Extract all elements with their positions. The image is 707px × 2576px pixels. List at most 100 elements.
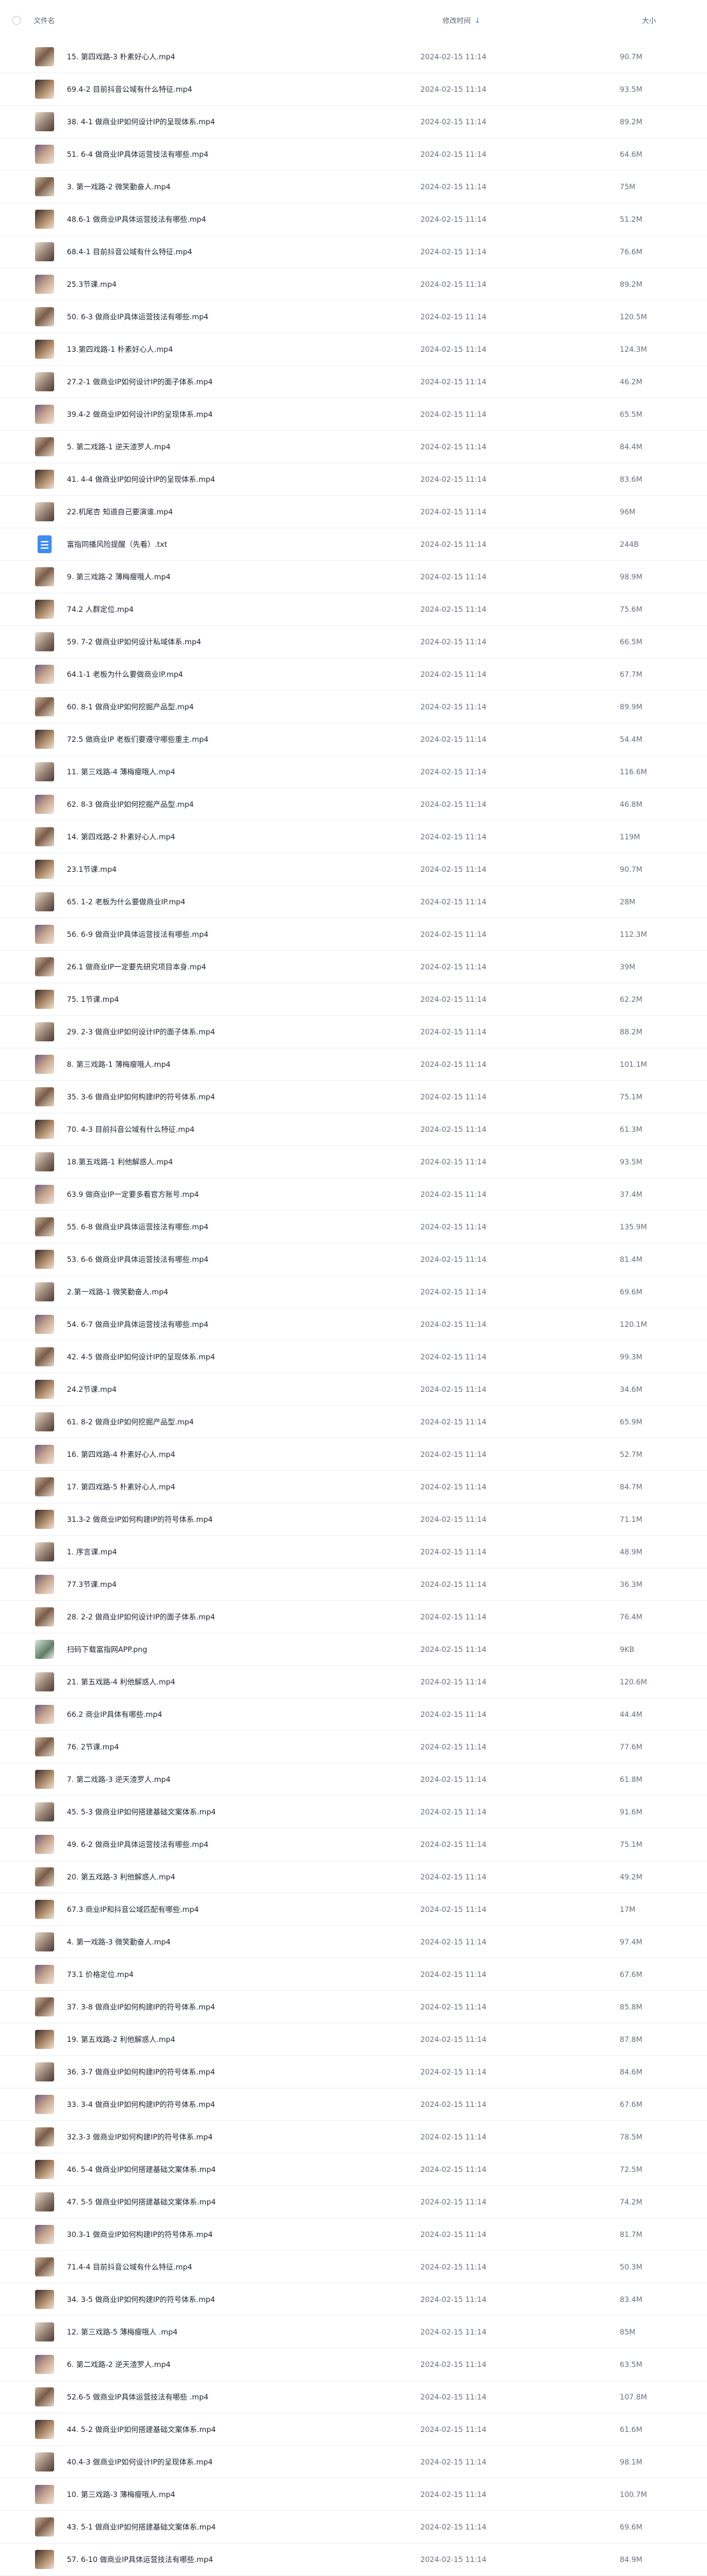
file-row[interactable]: 22.机尾杏 知道自己要演谁.mp4 2024-02-15 11:14 96M xyxy=(0,496,707,528)
file-row[interactable]: 18.第五戏路-1 利他解惑人.mp4 2024-02-15 11:14 93.5M xyxy=(0,1146,707,1178)
file-name[interactable]: 扫码下载富指网APP.png xyxy=(67,1644,420,1654)
file-row[interactable]: 2.第一戏路-1 微笑勤奋人.mp4 2024-02-15 11:14 69.6M xyxy=(0,1276,707,1308)
file-name[interactable]: 70. 4-3 目前抖音公域有什么特征.mp4 xyxy=(67,1124,420,1134)
file-row[interactable]: 16. 第四戏路-4 朴素好心人.mp4 2024-02-15 11:14 52.7… xyxy=(0,1438,707,1471)
file-name[interactable]: 73.1 价格定位.mp4 xyxy=(67,1969,420,1979)
file-name[interactable]: 6. 第二戏路-2 逆天渣罗人.mp4 xyxy=(67,2359,420,2370)
file-name[interactable]: 69.4-2 目前抖音公域有什么特征.mp4 xyxy=(67,84,420,94)
file-name[interactable]: 22.机尾杏 知道自己要演谁.mp4 xyxy=(67,507,420,517)
file-name[interactable]: 14. 第四戏路-2 朴素好心人.mp4 xyxy=(67,832,420,842)
file-name[interactable]: 19. 第五戏路-2 利他解惑人.mp4 xyxy=(67,2034,420,2044)
file-row[interactable]: 扫码下载富指网APP.png 2024-02-15 11:14 9KB xyxy=(0,1633,707,1666)
file-name[interactable]: 18.第五戏路-1 利他解惑人.mp4 xyxy=(67,1157,420,1167)
file-name[interactable]: 64.1-1 老板为什么要做商业IP.mp4 xyxy=(67,669,420,679)
file-name[interactable]: 76. 2节课.mp4 xyxy=(67,1742,420,1752)
file-name[interactable]: 48.6-1 做商业IP具体运营技法有哪些.mp4 xyxy=(67,214,420,224)
file-name[interactable]: 62. 8-3 做商业IP如何挖掘产品型.mp4 xyxy=(67,799,420,809)
file-name[interactable]: 1. 序言课.mp4 xyxy=(67,1547,420,1557)
file-name[interactable]: 4. 第一戏路-3 微笑勤奋人.mp4 xyxy=(67,1937,420,1947)
file-row[interactable]: 1. 序言课.mp4 2024-02-15 11:14 48.9M xyxy=(0,1536,707,1568)
file-row[interactable]: 62. 8-3 做商业IP如何挖掘产品型.mp4 2024-02-15 11:14… xyxy=(0,788,707,821)
file-name[interactable]: 10. 第三戏路-3 薄梅瘦哦人.mp4 xyxy=(67,2489,420,2500)
file-name[interactable]: 7. 第二戏路-3 逆天渣罗人.mp4 xyxy=(67,1774,420,1784)
file-row[interactable]: 53. 6-6 做商业IP具体运营技法有哪些.mp4 2024-02-15 11:… xyxy=(0,1243,707,1276)
file-name[interactable]: 29. 2-3 做商业IP如何设计IP的面子体系.mp4 xyxy=(67,1027,420,1037)
file-row[interactable]: 61. 8-2 做商业IP如何挖掘产品型.mp4 2024-02-15 11:14… xyxy=(0,1406,707,1438)
file-name[interactable]: 30.3-1 做商业IP如何构建IP的符号体系.mp4 xyxy=(67,2229,420,2240)
file-name[interactable]: 21. 第五戏路-4 利他解惑人.mp4 xyxy=(67,1677,420,1687)
file-row[interactable]: 70. 4-3 目前抖音公域有什么特征.mp4 2024-02-15 11:14 6… xyxy=(0,1113,707,1146)
file-row[interactable]: 34. 3-5 做商业IP如何构建IP的符号体系.mp4 2024-02-15 1… xyxy=(0,2283,707,2316)
file-name[interactable]: 51. 6-4 做商业IP具体运营技法有哪些.mp4 xyxy=(67,149,420,159)
column-header-name[interactable]: 文件名 xyxy=(34,15,443,25)
file-name[interactable]: 13.第四戏路-1 朴素好心人.mp4 xyxy=(67,344,420,354)
file-row[interactable]: 35. 3-6 做商业IP如何构建IP的符号体系.mp4 2024-02-15 1… xyxy=(0,1081,707,1113)
file-row[interactable]: 49. 6-2 做商业IP具体运营技法有哪些.mp4 2024-02-15 11:… xyxy=(0,1828,707,1861)
select-all-checkbox[interactable] xyxy=(12,16,21,25)
file-row[interactable]: 27.2-1 做商业IP如何设计IP的面子体系.mp4 2024-02-15 11… xyxy=(0,366,707,398)
file-row[interactable]: 46. 5-4 做商业IP如何搭建基础文案体系.mp4 2024-02-15 11… xyxy=(0,2153,707,2186)
file-row[interactable]: 14. 第四戏路-2 朴素好心人.mp4 2024-02-15 11:14 119M xyxy=(0,821,707,853)
file-name[interactable]: 66.2 商业IP具体有哪些.mp4 xyxy=(67,1709,420,1719)
file-row[interactable]: 7. 第二戏路-3 逆天渣罗人.mp4 2024-02-15 11:14 61.8M xyxy=(0,1763,707,1796)
file-row[interactable]: 17. 第四戏路-5 朴素好心人.mp4 2024-02-15 11:14 84.7… xyxy=(0,1471,707,1503)
file-name[interactable]: 27.2-1 做商业IP如何设计IP的面子体系.mp4 xyxy=(67,377,420,387)
file-row[interactable]: 5. 第二戏路-1 逆天渣罗人.mp4 2024-02-15 11:14 84.4M xyxy=(0,431,707,463)
file-name[interactable]: 24.2节课.mp4 xyxy=(67,1384,420,1394)
file-name[interactable]: 56. 6-9 做商业IP具体运营技法有哪些.mp4 xyxy=(67,929,420,939)
file-name[interactable]: 富指同播风险提醒（先看）.txt xyxy=(67,539,420,549)
file-name[interactable]: 72.5 做商业IP 老板们要遵守哪些重主.mp4 xyxy=(67,734,420,744)
file-name[interactable]: 67.3 商业IP和抖音公域匹配有哪些.mp4 xyxy=(67,1904,420,1914)
file-name[interactable]: 28. 2-2 做商业IP如何设计IP的面子体系.mp4 xyxy=(67,1612,420,1622)
file-row[interactable]: 77.3节课.mp4 2024-02-15 11:14 36.3M xyxy=(0,1568,707,1601)
file-row[interactable]: 24.2节课.mp4 2024-02-15 11:14 34.6M xyxy=(0,1373,707,1406)
file-name[interactable]: 34. 3-5 做商业IP如何构建IP的符号体系.mp4 xyxy=(67,2294,420,2305)
file-name[interactable]: 75. 1节课.mp4 xyxy=(67,994,420,1004)
file-name[interactable]: 37. 3-8 做商业IP如何构建IP的符号体系.mp4 xyxy=(67,2002,420,2012)
file-row[interactable]: 43. 5-1 做商业IP如何搭建基础文案体系.mp4 2024-02-15 11… xyxy=(0,2511,707,2543)
file-name[interactable]: 57. 6-10 做商业IP具体运营技法有哪些.mp4 xyxy=(67,2554,420,2565)
file-row[interactable]: 6. 第二戏路-2 逆天渣罗人.mp4 2024-02-15 11:14 63.5M xyxy=(0,2348,707,2381)
file-name[interactable]: 12. 第三戏路-5 薄梅瘦哦人 .mp4 xyxy=(67,2327,420,2337)
file-name[interactable]: 31.3-2 做商业IP如何构建IP的符号体系.mp4 xyxy=(67,1514,420,1524)
file-row[interactable]: 20. 第五戏路-3 利他解惑人.mp4 2024-02-15 11:14 49.2… xyxy=(0,1861,707,1893)
file-row[interactable]: 36. 3-7 做商业IP如何构建IP的符号体系.mp4 2024-02-15 1… xyxy=(0,2056,707,2088)
file-row[interactable]: 54. 6-7 做商业IP具体运营技法有哪些.mp4 2024-02-15 11:… xyxy=(0,1308,707,1341)
file-name[interactable]: 8. 第三戏路-1 薄梅瘦哦人.mp4 xyxy=(67,1059,420,1069)
file-row[interactable]: 75. 1节课.mp4 2024-02-15 11:14 62.2M xyxy=(0,983,707,1016)
file-name[interactable]: 23.1节课.mp4 xyxy=(67,864,420,874)
file-name[interactable]: 77.3节课.mp4 xyxy=(67,1579,420,1589)
file-name[interactable]: 65. 1-2 老板为什么要做商业IP.mp4 xyxy=(67,897,420,907)
file-row[interactable]: 72.5 做商业IP 老板们要遵守哪些重主.mp4 2024-02-15 11:1… xyxy=(0,723,707,756)
file-name[interactable]: 49. 6-2 做商业IP具体运营技法有哪些.mp4 xyxy=(67,1839,420,1849)
file-row[interactable]: 41. 4-4 做商业IP如何设计IP的呈现体系.mp4 2024-02-15 1… xyxy=(0,463,707,496)
file-name[interactable]: 44. 5-2 做商业IP如何搭建基础文案体系.mp4 xyxy=(67,2424,420,2435)
file-row[interactable]: 65. 1-2 老板为什么要做商业IP.mp4 2024-02-15 11:14 2… xyxy=(0,886,707,918)
file-row[interactable]: 38. 4-1 做商业IP如何设计IP的呈现体系.mp4 2024-02-15 1… xyxy=(0,106,707,138)
file-name[interactable]: 3. 第一戏路-2 微笑勤奋人.mp4 xyxy=(67,182,420,192)
file-row[interactable]: 21. 第五戏路-4 利他解惑人.mp4 2024-02-15 11:14 120.… xyxy=(0,1666,707,1698)
file-name[interactable]: 60. 8-1 做商业IP如何挖掘产品型.mp4 xyxy=(67,702,420,712)
file-name[interactable]: 52.6-5 做商业IP具体运营技法有哪些 .mp4 xyxy=(67,2392,420,2402)
sort-descending-icon[interactable]: ↓ xyxy=(475,17,480,25)
file-row[interactable]: 30.3-1 做商业IP如何构建IP的符号体系.mp4 2024-02-15 11… xyxy=(0,2218,707,2251)
file-row[interactable]: 39.4-2 做商业IP如何设计IP的呈现体系.mp4 2024-02-15 11… xyxy=(0,398,707,431)
file-name[interactable]: 16. 第四戏路-4 朴素好心人.mp4 xyxy=(67,1449,420,1459)
file-name[interactable]: 61. 8-2 做商业IP如何挖掘产品型.mp4 xyxy=(67,1417,420,1427)
file-name[interactable]: 15. 第四戏路-3 朴素好心人.mp4 xyxy=(67,52,420,62)
file-row[interactable]: 73.1 价格定位.mp4 2024-02-15 11:14 67.6M xyxy=(0,1958,707,1991)
file-row[interactable]: 63.9 做商业IP一定要多看官方账号.mp4 2024-02-15 11:14 3… xyxy=(0,1178,707,1211)
file-name[interactable]: 63.9 做商业IP一定要多看官方账号.mp4 xyxy=(67,1189,420,1199)
file-name[interactable]: 41. 4-4 做商业IP如何设计IP的呈现体系.mp4 xyxy=(67,474,420,484)
file-row[interactable]: 59. 7-2 做商业IP如何设计私域体系.mp4 2024-02-15 11:1… xyxy=(0,626,707,658)
file-row[interactable]: 50. 6-3 做商业IP具体运营技法有哪些.mp4 2024-02-15 11:… xyxy=(0,301,707,333)
file-row[interactable]: 68.4-1 目前抖音公域有什么特征.mp4 2024-02-15 11:14 76… xyxy=(0,236,707,268)
file-row[interactable]: 31.3-2 做商业IP如何构建IP的符号体系.mp4 2024-02-15 11… xyxy=(0,1503,707,1536)
file-row[interactable]: 55. 6-8 做商业IP具体运营技法有哪些.mp4 2024-02-15 11:… xyxy=(0,1211,707,1243)
file-name[interactable]: 39.4-2 做商业IP如何设计IP的呈现体系.mp4 xyxy=(67,409,420,419)
file-row[interactable]: 32.3-3 做商业IP如何构建IP的符号体系.mp4 2024-02-15 11… xyxy=(0,2121,707,2153)
file-row[interactable]: 52.6-5 做商业IP具体运营技法有哪些 .mp4 2024-02-15 11:… xyxy=(0,2381,707,2413)
file-row[interactable]: 51. 6-4 做商业IP具体运营技法有哪些.mp4 2024-02-15 11:… xyxy=(0,138,707,171)
file-row[interactable]: 15. 第四戏路-3 朴素好心人.mp4 2024-02-15 11:14 90.7… xyxy=(0,41,707,73)
file-row[interactable]: 25.3节课.mp4 2024-02-15 11:14 89.2M xyxy=(0,268,707,301)
